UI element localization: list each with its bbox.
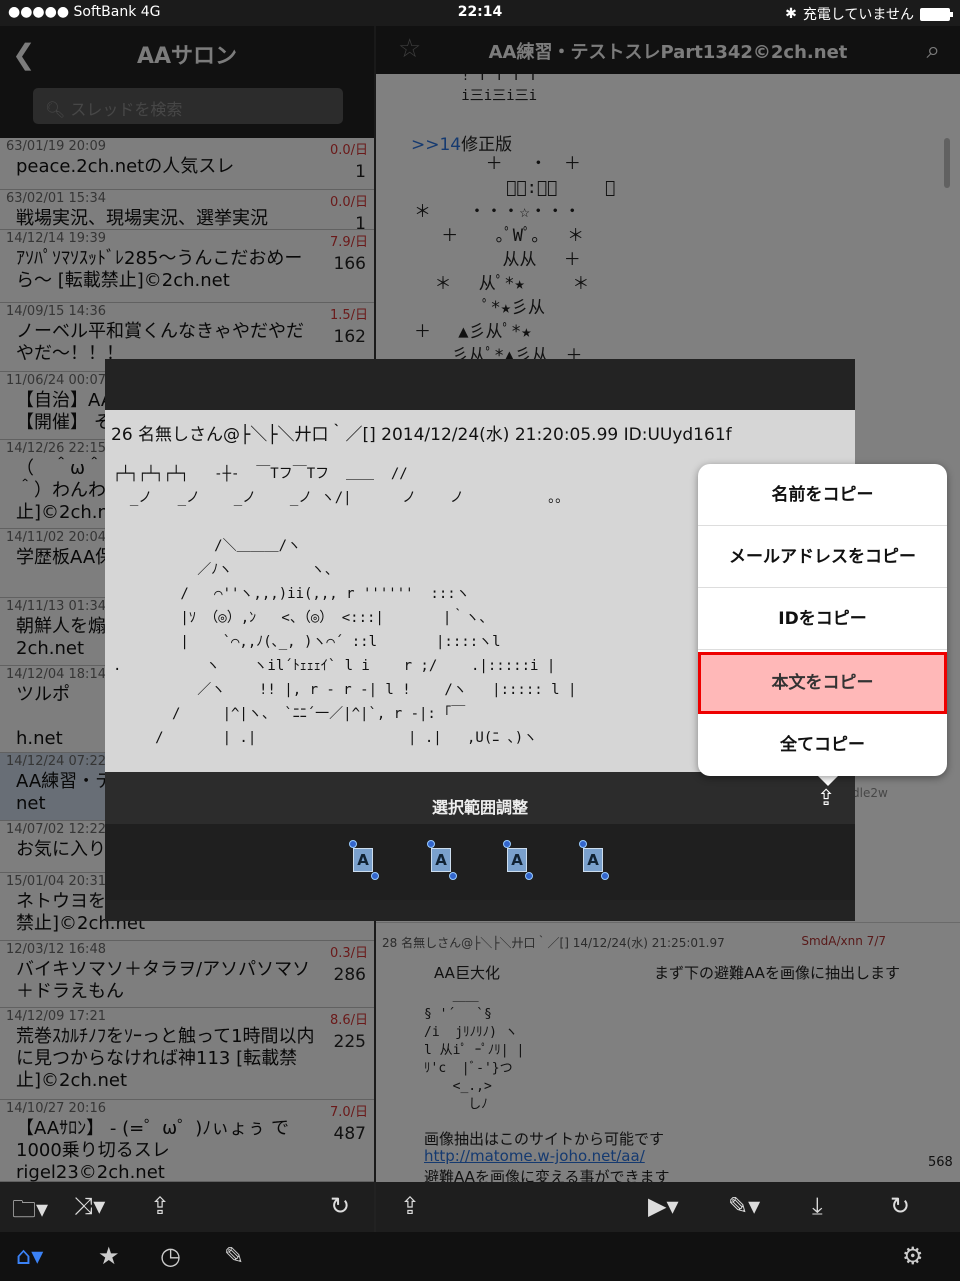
copy-mail-item[interactable]: メールアドレスをコピー [698,526,947,588]
home-icon[interactable]: ⌂▾ [16,1242,43,1270]
copy-id-item[interactable]: IDをコピー [698,588,947,650]
left-toolbar: 🗀▾ ⤨▾ ⇪ ↻ [0,1182,374,1232]
tab-bar: ⌂▾ ★ ◷ ✎ ⚙ [0,1232,960,1281]
refresh-icon[interactable]: ↻ [330,1192,350,1220]
extend-left-button[interactable]: A [345,840,379,880]
compose-icon[interactable]: ✎ [224,1242,244,1270]
download-icon[interactable]: ⤓ [812,1192,823,1220]
compose-icon[interactable]: ✎▾ [728,1192,760,1220]
history-icon[interactable]: ◷ [160,1242,181,1270]
selection-bar-title: 選択範囲調整 [105,772,855,824]
copy-body-item[interactable]: 本文をコピー [698,652,947,714]
shuffle-icon[interactable]: ⤨▾ [74,1192,105,1220]
copy-name-item[interactable]: 名前をコピー [698,464,947,526]
folder-icon[interactable]: 🗀▾ [12,1192,48,1233]
bluetooth-icon: ✱ [785,6,797,22]
post-aa: ┌┴┐┌┴┐┌┴┐ -┼- ￣Tフ￣Tフ ＿＿ // _ノ _ノ _ノ _ノ ヽ… [113,466,577,746]
play-icon[interactable]: ▶▾ [648,1192,679,1220]
battery-icon [920,7,953,21]
shrink-left-button[interactable]: A [423,840,457,880]
favorites-icon[interactable]: ★ [98,1242,120,1270]
share-icon[interactable]: ⇪ [817,786,835,811]
right-toolbar: ⇪ ▶▾ ✎▾ ⤓ ↻ [376,1182,960,1232]
selection-handles: A A A A [105,824,855,900]
shrink-right-button[interactable]: A [499,840,533,880]
copy-menu: 名前をコピー メールアドレスをコピー IDをコピー 本文をコピー 全てコピー [698,464,947,776]
copy-all-item[interactable]: 全てコピー [698,714,947,776]
extend-right-button[interactable]: A [575,840,609,880]
battery-text: 充電していません [802,7,914,23]
share-icon[interactable]: ⇪ [150,1192,170,1220]
post-header: 26 名無しさん@├＼├＼廾口｀／[] 2014/12/24(水) 21:20:… [111,425,732,445]
status-bar: ●●●●● SoftBank 4G 22:14 ✱ 充電していません [0,0,960,26]
settings-icon[interactable]: ⚙ [902,1242,924,1270]
share-icon[interactable]: ⇪ [400,1192,420,1220]
refresh-icon[interactable]: ↻ [890,1192,910,1220]
